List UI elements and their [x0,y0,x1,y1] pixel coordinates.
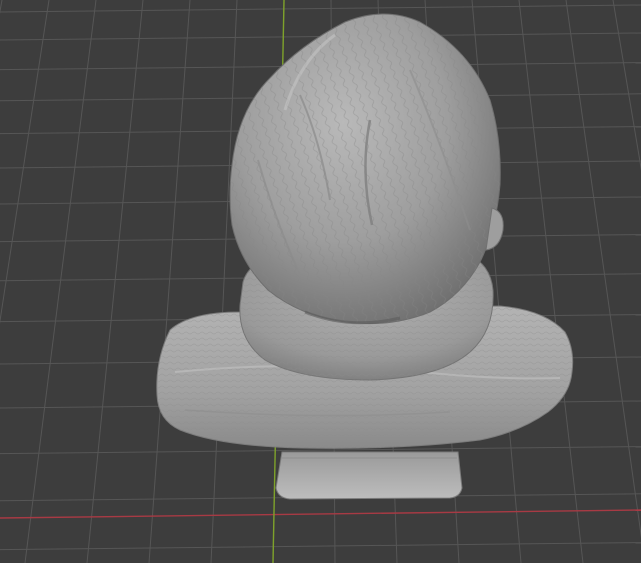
grid-line [518,0,584,563]
grid-line [0,0,3,14]
grid-line [148,0,191,563]
grid-line [612,0,641,171]
grid-line [210,0,238,563]
sculpted-bust-mesh[interactable] [156,13,574,500]
x-axis-line [0,509,641,519]
grid-line [0,4,641,13]
3d-viewport[interactable] [0,0,641,563]
grid-line [565,0,641,539]
grid-line [86,0,144,563]
grid-line [0,542,641,551]
pedestal-base [275,451,463,500]
grid-line [0,0,50,325]
viewport-canvas[interactable] [0,0,641,563]
